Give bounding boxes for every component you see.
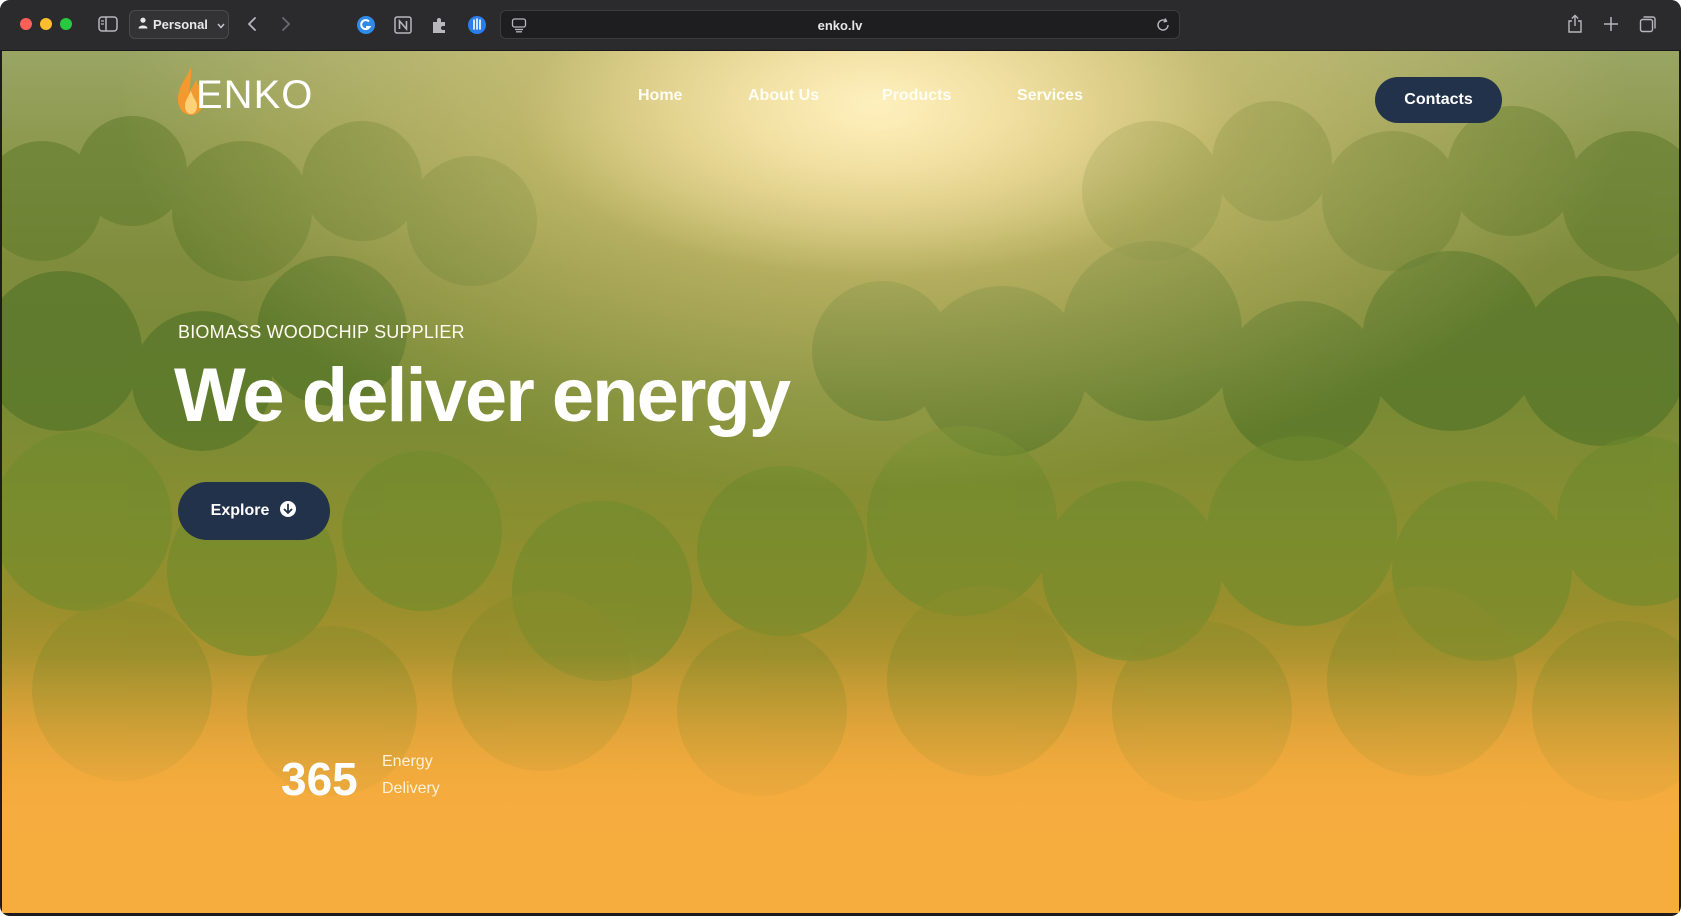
site-logo[interactable]: ENKO [176, 65, 326, 119]
explore-button-label: Explore [210, 502, 270, 519]
grammar-extension-icon[interactable] [355, 14, 377, 36]
close-window-button[interactable] [20, 18, 32, 30]
nav-services[interactable]: Services [1017, 87, 1083, 105]
privacy-extension-icon[interactable] [466, 14, 488, 36]
tab-overview-icon[interactable] [1638, 14, 1658, 34]
contacts-button-label: Contacts [1404, 91, 1473, 108]
hero-eyebrow: BIOMASS WOODCHIP SUPPLIER [178, 322, 465, 342]
forward-arrow-icon[interactable] [277, 14, 295, 34]
puzzle-extension-icon[interactable] [428, 14, 450, 36]
sidebar-toggle-icon[interactable] [96, 14, 120, 34]
new-tab-icon[interactable] [1601, 14, 1621, 34]
minimize-window-button[interactable] [40, 18, 52, 30]
contacts-button[interactable]: Contacts [1375, 77, 1502, 123]
stat-number: 365 [281, 753, 358, 805]
address-bar[interactable]: enko.lv [500, 10, 1180, 39]
share-icon[interactable] [1565, 12, 1585, 36]
person-icon [138, 17, 148, 32]
hero-section: ENKO Home About Us Products Services Con… [2, 51, 1679, 913]
profile-label: Personal [153, 17, 208, 32]
chevron-down-icon [217, 17, 225, 32]
reload-icon[interactable] [1155, 17, 1171, 33]
url-text: enko.lv [817, 18, 863, 33]
explore-button[interactable]: Explore [178, 482, 330, 540]
browser-window: Personal enko.lv ENKO Home About Us Prod… [0, 0, 1681, 916]
stat-label-line2: Delivery [382, 780, 440, 797]
zoom-window-button[interactable] [60, 18, 72, 30]
logo-text: ENKO [196, 73, 314, 117]
arrow-down-circle-icon [279, 500, 297, 523]
profile-button[interactable]: Personal [129, 10, 229, 39]
nav-products[interactable]: Products [882, 87, 951, 105]
hero-headline: We deliver energy [174, 353, 791, 438]
browser-toolbar: Personal enko.lv [0, 0, 1681, 51]
notion-extension-icon[interactable] [392, 14, 414, 36]
nav-about-us[interactable]: About Us [748, 87, 819, 105]
stat-label-line1: Energy [382, 753, 433, 770]
back-arrow-icon[interactable] [243, 14, 261, 34]
nav-home[interactable]: Home [638, 87, 682, 105]
